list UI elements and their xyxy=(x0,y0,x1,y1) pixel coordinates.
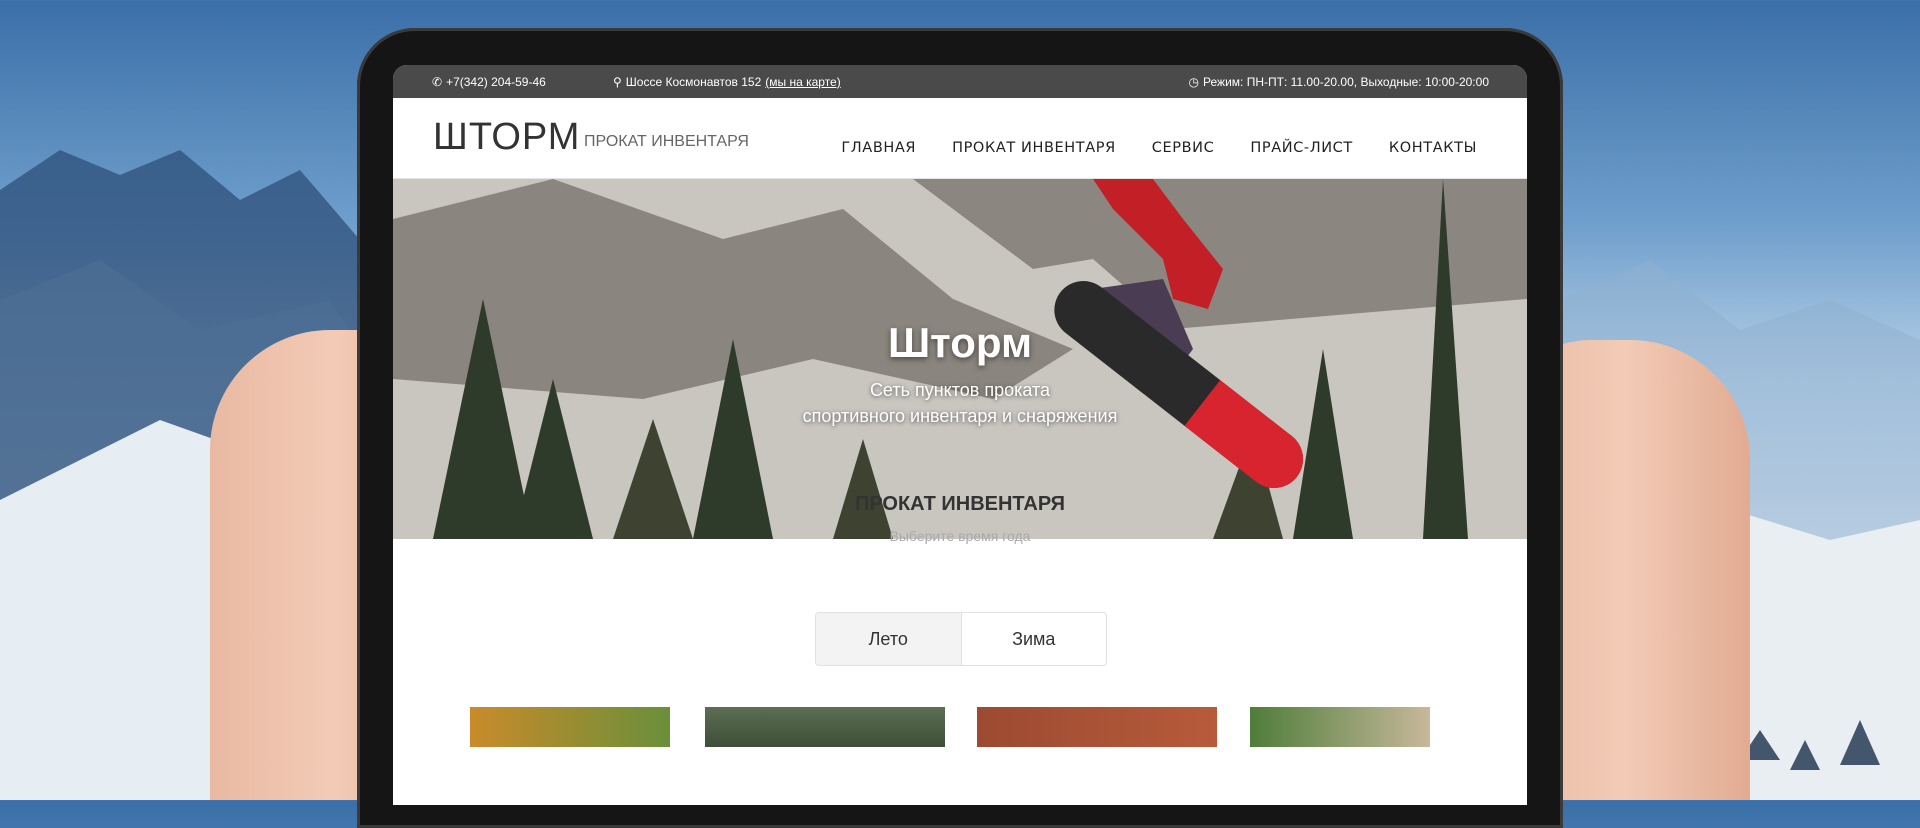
season-winter-tab[interactable]: Зима xyxy=(962,613,1107,665)
site-logo[interactable]: ШТОРМ xyxy=(433,116,580,159)
hero-subtitle-line-1: Сеть пунктов проката xyxy=(869,380,1051,400)
phone-info[interactable]: ✆ +7(342) 204-59-46 xyxy=(432,75,546,89)
site-header: ШТОРМ ПРОКАТ ИНВЕНТАРЯ ГЛАВНАЯ ПРОКАТ ИН… xyxy=(393,98,1527,179)
product-thumbnail-1[interactable] xyxy=(470,707,670,747)
hours-text: Режим: ПН-ПТ: 11.00-20.00, Выходные: 10:… xyxy=(1203,74,1489,89)
nav-home[interactable]: ГЛАВНАЯ xyxy=(841,140,916,156)
top-info-bar: ✆ +7(342) 204-59-46 ⚲ Шоссе Космонавтов … xyxy=(393,65,1527,98)
rental-section-title: ПРОКАТ ИНВЕНТАРЯ xyxy=(854,493,1066,515)
season-selector: Лето Зима xyxy=(815,612,1107,666)
season-summer-tab[interactable]: Лето xyxy=(816,613,962,665)
map-link[interactable]: (мы на карте) xyxy=(765,75,840,89)
nav-contacts[interactable]: КОНТАКТЫ xyxy=(1389,140,1477,156)
hero-banner: Шторм Сеть пунктов проката спортивного и… xyxy=(393,179,1527,539)
hours-info: ◷ Режим: ПН-ПТ: 11.00-20.00, Выходные: 1… xyxy=(1189,75,1489,89)
address-text: Шоссе Космонавтов 152 xyxy=(625,74,762,89)
product-thumbnail-3[interactable] xyxy=(977,707,1217,747)
nav-price-list[interactable]: ПРАЙС-ЛИСТ xyxy=(1250,140,1353,156)
product-thumbnail-4[interactable] xyxy=(1250,707,1430,747)
website-screen: ✆ +7(342) 204-59-46 ⚲ Шоссе Космонавтов … xyxy=(393,65,1527,805)
phone-number: +7(342) 204-59-46 xyxy=(446,74,546,89)
address-info: ⚲ Шоссе Космонавтов 152 (мы на карте) xyxy=(613,75,841,89)
phone-icon: ✆ xyxy=(432,74,443,89)
map-pin-icon: ⚲ xyxy=(613,74,622,89)
hero-subtitle: Сеть пунктов проката спортивного инвента… xyxy=(393,377,1527,429)
hero-title: Шторм xyxy=(887,319,1033,366)
nav-service[interactable]: СЕРВИС xyxy=(1152,140,1215,156)
nav-rental[interactable]: ПРОКАТ ИНВЕНТАРЯ xyxy=(952,140,1116,156)
product-thumbnail-2[interactable] xyxy=(705,707,945,747)
main-navigation: ГЛАВНАЯ ПРОКАТ ИНВЕНТАРЯ СЕРВИС ПРАЙС-ЛИ… xyxy=(841,140,1477,156)
rental-section-subtitle: Выберите время года xyxy=(889,528,1031,544)
hero-subtitle-line-2: спортивного инвентаря и снаряжения xyxy=(802,406,1118,426)
clock-icon: ◷ xyxy=(1188,74,1200,89)
site-tagline: ПРОКАТ ИНВЕНТАРЯ xyxy=(584,133,749,150)
